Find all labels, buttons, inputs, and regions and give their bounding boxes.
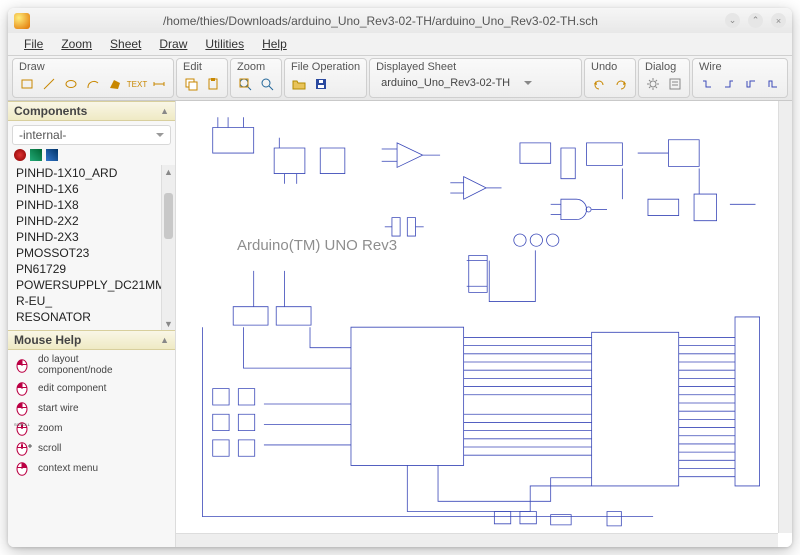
- mouse-help-label: zoom: [38, 423, 62, 434]
- toolbar-wire: Wire: [692, 58, 788, 98]
- wire-mode1-icon[interactable]: [698, 75, 716, 93]
- component-item[interactable]: POWERSUPPLY_DC21MM: [10, 277, 173, 293]
- filter-icon-3[interactable]: [46, 149, 58, 161]
- draw-line-icon[interactable]: [40, 75, 58, 93]
- mouse-help-label: edit component: [38, 383, 106, 394]
- menu-file[interactable]: File: [16, 35, 51, 53]
- components-panel-header[interactable]: Components ▲: [8, 101, 175, 121]
- mouse-help-label: do layout component/node: [38, 354, 113, 376]
- maximize-button[interactable]: ⌃: [748, 13, 763, 28]
- menu-zoom[interactable]: Zoom: [53, 35, 100, 53]
- edit-copy-icon[interactable]: [182, 75, 200, 93]
- toolbar-sheet: Displayed Sheet arduino_Uno_Rev3-02-TH: [369, 58, 582, 98]
- file-save-icon[interactable]: [312, 75, 330, 93]
- draw-arc-icon[interactable]: [84, 75, 102, 93]
- component-item[interactable]: PMOSSOT23: [10, 245, 173, 261]
- toolbar-file: File Operation: [284, 58, 367, 98]
- menu-help[interactable]: Help: [254, 35, 295, 53]
- mouse-help-list: do layout component/node edit component st…: [8, 350, 175, 547]
- canvas-scrollbar-horizontal[interactable]: [176, 533, 778, 547]
- filter-icon-2[interactable]: [30, 149, 42, 161]
- component-item[interactable]: PN61729: [10, 261, 173, 277]
- app-icon: [14, 13, 30, 29]
- dialog-list-icon[interactable]: [666, 75, 684, 93]
- scroll-cross-icon: [14, 440, 32, 456]
- draw-ellipse-icon[interactable]: [62, 75, 80, 93]
- file-open-icon[interactable]: [290, 75, 308, 93]
- draw-text-icon[interactable]: TEXT: [128, 75, 146, 93]
- mouse-left-icon: [14, 357, 32, 373]
- draw-rect-icon[interactable]: [18, 75, 36, 93]
- close-button[interactable]: ×: [771, 13, 786, 28]
- redo-icon[interactable]: [612, 75, 630, 93]
- menu-sheet[interactable]: Sheet: [102, 35, 149, 53]
- scroll-down-icon[interactable]: ▼: [162, 317, 175, 330]
- zoom-magnify-icon[interactable]: [258, 75, 276, 93]
- component-item[interactable]: RESONATOR: [10, 309, 173, 325]
- component-item[interactable]: PINHD-1X10_ARD: [10, 165, 173, 181]
- scroll-up-icon[interactable]: ▲: [162, 165, 175, 178]
- toolbar-edit: Edit: [176, 58, 228, 98]
- components-list[interactable]: PINHD-1X10_ARDPINHD-1X6PINHD-1X8PINHD-2X…: [8, 165, 175, 330]
- mouse-right-icon: [14, 460, 32, 476]
- window-title: /home/thies/Downloads/arduino_Uno_Rev3-0…: [36, 14, 725, 28]
- component-item[interactable]: PINHD-2X3: [10, 229, 173, 245]
- component-item[interactable]: PINHD-1X8: [10, 197, 173, 213]
- edit-paste-icon[interactable]: [204, 75, 222, 93]
- mouse-help-row: start wire: [8, 398, 175, 418]
- collapse-icon[interactable]: ▲: [160, 335, 169, 345]
- mouse-left-icon: [14, 380, 32, 396]
- toolbar-zoom: Zoom: [230, 58, 282, 98]
- draw-dimension-icon[interactable]: [150, 75, 168, 93]
- toolbar-draw: Draw TEXT: [12, 58, 174, 98]
- canvas-scrollbar-vertical[interactable]: [778, 101, 792, 533]
- components-mini-icons: [8, 149, 175, 165]
- svg-text:SCROLL: SCROLL: [14, 422, 31, 427]
- component-item[interactable]: PINHD-1X6: [10, 181, 173, 197]
- toolbars: Draw TEXT Edit Zoom: [8, 55, 792, 101]
- undo-icon[interactable]: [590, 75, 608, 93]
- content-area: Components ▲ -internal- PINHD-1X10_ARDPI…: [8, 101, 792, 547]
- scroll-icon: SCROLL: [14, 420, 32, 436]
- toolbar-dialog: Dialog: [638, 58, 690, 98]
- window-buttons: ⌄ ⌃ ×: [725, 13, 786, 28]
- minimize-button[interactable]: ⌄: [725, 13, 740, 28]
- menu-draw[interactable]: Draw: [151, 35, 195, 53]
- titlebar[interactable]: /home/thies/Downloads/arduino_Uno_Rev3-0…: [8, 8, 792, 33]
- wire-mode3-icon[interactable]: [742, 75, 760, 93]
- wire-mode2-icon[interactable]: [720, 75, 738, 93]
- toolbar-undo: Undo: [584, 58, 636, 98]
- components-filter-select[interactable]: -internal-: [12, 125, 171, 145]
- mouse-help-label: start wire: [38, 403, 79, 414]
- schematic-title-label: Arduino(TM) UNO Rev3: [237, 237, 397, 254]
- mouse-help-panel-header[interactable]: Mouse Help ▲: [8, 330, 175, 350]
- wire-mode4-icon[interactable]: [764, 75, 782, 93]
- menubar: File Zoom Sheet Draw Utilities Help: [8, 33, 792, 55]
- mouse-help-label: context menu: [38, 463, 98, 474]
- mouse-help-label: scroll: [38, 443, 61, 454]
- collapse-icon[interactable]: ▲: [160, 106, 169, 116]
- filter-icon-1[interactable]: [14, 149, 26, 161]
- components-scrollbar[interactable]: ▲ ▼: [161, 165, 175, 330]
- displayed-sheet-select[interactable]: arduino_Uno_Rev3-02-TH: [375, 75, 535, 91]
- draw-polygon-icon[interactable]: [106, 75, 124, 93]
- mouse-help-row: context menu: [8, 458, 175, 478]
- mouse-left-icon: [14, 400, 32, 416]
- scroll-thumb[interactable]: [164, 193, 173, 239]
- schematic-canvas[interactable]: Arduino(TM) UNO Rev3: [182, 107, 776, 541]
- schematic-svg: [182, 107, 776, 547]
- component-item[interactable]: R-EU_: [10, 293, 173, 309]
- zoom-fit-icon[interactable]: [236, 75, 254, 93]
- menu-utilities[interactable]: Utilities: [197, 35, 252, 53]
- schematic-canvas-wrap: Arduino(TM) UNO Rev3: [176, 101, 792, 547]
- dialog-settings-icon[interactable]: [644, 75, 662, 93]
- sidebar: Components ▲ -internal- PINHD-1X10_ARDPI…: [8, 101, 176, 547]
- mouse-help-row: SCROLL zoom: [8, 418, 175, 438]
- mouse-help-row: edit component: [8, 378, 175, 398]
- component-item[interactable]: PINHD-2X2: [10, 213, 173, 229]
- mouse-help-row: do layout component/node: [8, 352, 175, 378]
- mouse-help-row: scroll: [8, 438, 175, 458]
- application-window: /home/thies/Downloads/arduino_Uno_Rev3-0…: [8, 8, 792, 547]
